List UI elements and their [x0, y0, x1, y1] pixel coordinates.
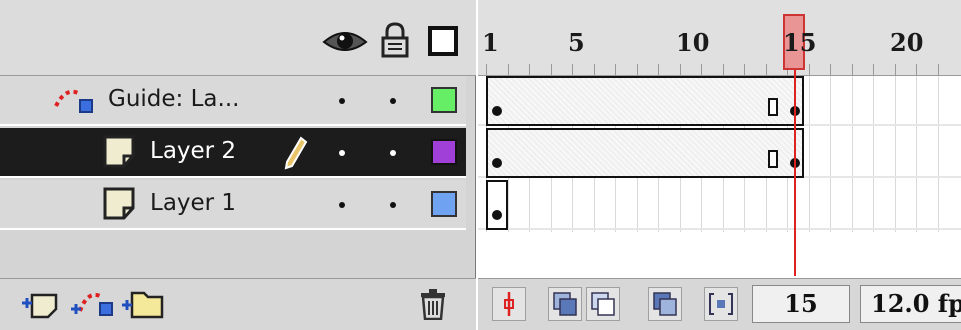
edit-multiple-frames-icon — [653, 292, 677, 316]
layer-list-panel: Guide: La... Layer 2 Layer 1 — [0, 0, 476, 330]
frame-row-layer-2[interactable] — [478, 128, 961, 178]
lock-dot[interactable] — [390, 98, 396, 104]
ruler-tick — [551, 64, 552, 75]
layer-color-swatch[interactable] — [431, 139, 457, 165]
insert-layer-folder-icon[interactable] — [120, 289, 166, 323]
layer-list-empty-area — [0, 230, 466, 278]
ruler-label: 10 — [676, 28, 710, 57]
guide-layer-icon — [52, 84, 100, 120]
ruler-label: 1 — [482, 28, 499, 57]
timeline-panel: Guide: La... Layer 2 Layer 1 1 5 10 15 2… — [0, 0, 961, 330]
timeline-status-bar: 15 12.0 fps — [478, 278, 961, 330]
keyframe[interactable] — [492, 158, 502, 168]
span-end-frame[interactable] — [768, 150, 778, 168]
span-end-frame[interactable] — [768, 98, 778, 116]
playhead-line — [794, 70, 796, 276]
ruler-tick — [916, 64, 917, 75]
ruler-tick — [594, 64, 595, 75]
ruler-tick — [809, 64, 810, 75]
layer-icon — [102, 186, 138, 226]
ruler-tick — [895, 64, 896, 75]
frame-row-layer-1[interactable] — [478, 180, 961, 230]
center-frame-button[interactable] — [492, 287, 526, 321]
layer-name[interactable]: Guide: La... — [108, 86, 239, 112]
layer-icon — [102, 134, 138, 174]
ruler-tick — [744, 64, 745, 75]
layer-toolbar — [0, 278, 476, 330]
ruler-tick — [852, 64, 853, 75]
ruler-tick — [830, 64, 831, 75]
layer-list-header — [0, 0, 476, 76]
pencil-icon — [284, 136, 308, 174]
modify-onion-markers-icon — [709, 293, 733, 315]
edit-multiple-frames-button[interactable] — [648, 287, 682, 321]
frames-grid[interactable] — [478, 70, 961, 278]
ruler-tick — [873, 64, 874, 75]
modify-onion-markers-button[interactable] — [704, 287, 738, 321]
keyframe[interactable] — [492, 210, 502, 220]
onion-skin-icon — [553, 292, 577, 316]
frame-row-guide[interactable] — [478, 76, 961, 126]
onion-skin-outlines-button[interactable] — [586, 287, 620, 321]
layer-color-swatch[interactable] — [431, 191, 457, 217]
ruler-label: 15 — [783, 28, 817, 57]
frames-panel: 1 5 10 15 20 15 12.0 f — [478, 0, 961, 330]
visibility-dot[interactable] — [339, 150, 345, 156]
layer-row-layer-1[interactable]: Layer 1 — [0, 180, 466, 230]
eye-icon[interactable] — [322, 28, 368, 60]
ruler-tick — [486, 64, 487, 75]
frame-span[interactable] — [486, 128, 804, 178]
center-frame-icon — [504, 292, 514, 316]
keyframe[interactable] — [492, 106, 502, 116]
insert-layer-icon[interactable] — [20, 289, 60, 323]
ruler-tick — [766, 64, 767, 75]
ruler-tick — [723, 64, 724, 75]
layer-name[interactable]: Layer 1 — [150, 190, 236, 216]
ruler-tick — [615, 64, 616, 75]
frame-rate-field[interactable]: 12.0 fps — [860, 285, 961, 323]
lock-dot[interactable] — [390, 150, 396, 156]
layer-color-swatch[interactable] — [431, 87, 457, 113]
ruler-tick — [572, 64, 573, 75]
ruler-tick — [658, 64, 659, 75]
ruler-tick — [680, 64, 681, 75]
ruler-tick — [701, 64, 702, 75]
frame-span[interactable] — [486, 76, 804, 126]
ruler-label: 20 — [890, 28, 924, 57]
layer-name[interactable]: Layer 2 — [150, 138, 236, 164]
current-frame-field[interactable]: 15 — [752, 285, 850, 323]
outline-icon[interactable] — [428, 26, 458, 56]
visibility-dot[interactable] — [339, 98, 345, 104]
onion-skin-button[interactable] — [548, 287, 582, 321]
lock-icon[interactable] — [380, 22, 410, 62]
ruler-tick — [637, 64, 638, 75]
frame-span[interactable] — [486, 180, 508, 230]
add-motion-guide-icon[interactable] — [70, 287, 116, 323]
ruler-tick — [529, 64, 530, 75]
ruler-label: 5 — [568, 28, 585, 57]
visibility-dot[interactable] — [339, 202, 345, 208]
lock-dot[interactable] — [390, 202, 396, 208]
ruler-tick — [508, 64, 509, 75]
ruler-tick — [938, 64, 939, 75]
onion-skin-outlines-icon — [591, 292, 615, 316]
layer-row-guide[interactable]: Guide: La... — [0, 76, 466, 126]
frame-ruler[interactable]: 1 5 10 15 20 — [478, 0, 961, 76]
delete-layer-icon[interactable] — [418, 288, 448, 324]
layer-row-layer-2[interactable]: Layer 2 — [0, 128, 466, 178]
